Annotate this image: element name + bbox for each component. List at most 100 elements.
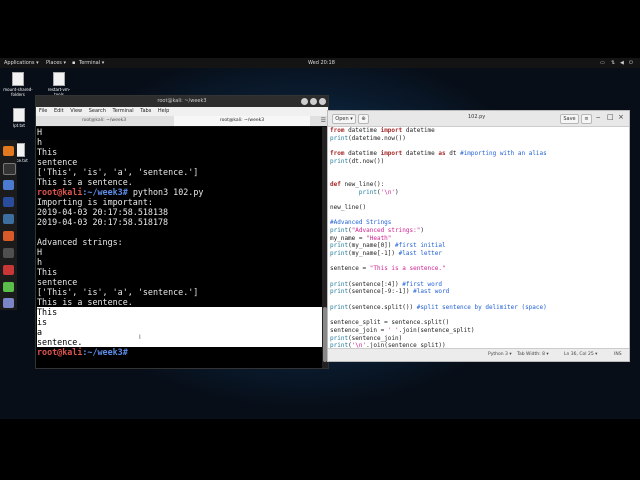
desktop-icon-lpt[interactable]: lpt.txt <box>4 108 34 128</box>
gedit-headerbar[interactable]: Open ▾ ⊕ 102.py Save ≡ ‒ □ × <box>328 111 629 127</box>
code-line: from datetime import datetime <box>330 127 435 134</box>
metasploit-icon[interactable] <box>3 197 14 207</box>
terminal-output[interactable]: Hh This sentence ['This', 'is', 'a', 'sente… <box>36 127 323 368</box>
code-line: sentence = "This is a sentence." <box>330 265 446 273</box>
tab-label: root@kali: ~/week3 <box>81 118 127 123</box>
network-icon[interactable]: ⇅ <box>611 58 615 68</box>
power-icon[interactable]: ⏻ <box>629 58 633 68</box>
desktop-icon-mount-shared-folders[interactable]: mount-shared-folders <box>3 72 33 97</box>
tab-width-selector[interactable]: Tab Width: 8 ▾ <box>517 349 549 361</box>
output-line: This is a sentence. <box>37 177 133 187</box>
prompt-path: :~/week3# <box>82 187 128 197</box>
menu-view[interactable]: View <box>70 108 82 114</box>
document-title: 102.py <box>468 114 486 120</box>
output-line: Advanced strings: <box>37 237 123 247</box>
open-button[interactable]: Open ▾ <box>332 114 356 124</box>
language-selector[interactable]: Python 3 ▾ <box>488 349 512 361</box>
code-line: print(sentence[:4]) #first word <box>330 280 442 288</box>
menu-file[interactable]: File <box>39 108 47 114</box>
terminal-titlebar[interactable]: root@kali: ~/week3 <box>36 96 328 107</box>
terminal-app-menu[interactable]: ▪ Terminal ▾ <box>72 58 104 68</box>
dock <box>0 140 17 310</box>
terminal-tab-2[interactable]: root@kali: ~/week3 <box>174 116 310 126</box>
code-line: sentence_join = ' '.join(sentence_split) <box>330 326 475 334</box>
output-line: h <box>37 257 43 267</box>
gedit-statusbar: Python 3 ▾ Tab Width: 8 ▾ Ln 36, Col 25 … <box>328 348 629 361</box>
menu-terminal[interactable]: Terminal <box>113 108 134 114</box>
prompt-path: :~/week3# <box>82 347 128 357</box>
close-icon[interactable] <box>319 98 326 105</box>
save-button[interactable]: Save <box>560 114 579 124</box>
output-line: sentence <box>37 157 78 167</box>
cursor-position[interactable]: Ln 36, Col 25 ▾ <box>564 349 597 361</box>
output-line: 2019-04-03 20:17:58.518178 <box>37 217 169 227</box>
terminal-small-icon: ▪ <box>72 60 76 66</box>
leafpad-icon[interactable] <box>3 282 14 292</box>
top-panel: Applications ▾ Places ▾ ▪ Terminal ▾ Wed… <box>0 58 640 68</box>
output-line: This <box>37 147 58 157</box>
prompt-command: python3 102.py <box>127 187 204 197</box>
terminal-window[interactable]: root@kali: ~/week3 File Edit View Search… <box>35 95 329 369</box>
maximize-icon[interactable] <box>310 98 317 105</box>
insert-mode: INS <box>614 352 622 357</box>
armitage-icon[interactable] <box>3 214 14 224</box>
selected-output-line: a <box>37 327 323 337</box>
output-line: H <box>37 127 43 137</box>
menu-edit[interactable]: Edit <box>54 108 64 114</box>
tab-menu-icon[interactable]: ☰ <box>321 116 326 126</box>
close-icon[interactable]: × <box>618 113 624 121</box>
code-line: my_name = "Heath" <box>330 234 392 242</box>
new-document-icon[interactable]: ⊕ <box>358 114 369 124</box>
code-line: print(sentence.split()) #split sentence … <box>330 303 547 311</box>
code-line: print(my_name[0]) #first initial <box>330 242 446 250</box>
beef-icon[interactable] <box>3 248 14 258</box>
screen-icon[interactable]: ▭ <box>600 58 605 68</box>
code-line: print(sentence_join) <box>330 334 403 342</box>
text-file-icon <box>13 108 25 122</box>
output-line: sentence <box>37 277 78 287</box>
prompt-line: root@kali:~/week3# python3 102.py <box>37 187 323 197</box>
desktop-icon-label: mount-shared-folders <box>3 87 33 97</box>
code-line: print(my_name[-1]) #last letter <box>330 250 442 257</box>
output-line: H <box>37 247 43 257</box>
output-line: 2019-04-03 20:17:58.518138 <box>37 207 169 217</box>
code-editor[interactable]: from datetime import datetime print(datet… <box>328 127 631 348</box>
clock[interactable]: Wed 20:18 <box>308 58 335 68</box>
code-line: print(dt.now()) <box>330 157 385 165</box>
menu-search[interactable]: Search <box>89 108 106 114</box>
video-letterbox-bottom <box>0 419 640 480</box>
output-line: ['This', 'is', 'a', 'sentence.'] <box>37 167 199 177</box>
output-line: h <box>37 137 43 147</box>
maximize-icon[interactable]: □ <box>607 113 614 121</box>
minimize-icon[interactable] <box>301 98 308 105</box>
terminal-tab-1[interactable]: root@kali: ~/week3 <box>36 116 172 126</box>
app-grid-icon[interactable] <box>3 298 14 308</box>
code-line: new_line() <box>330 203 367 211</box>
hamburger-menu-icon[interactable]: ≡ <box>581 114 592 124</box>
terminal-icon[interactable] <box>3 163 16 175</box>
video-letterbox-top <box>0 0 640 58</box>
menu-tabs[interactable]: Tabs <box>140 108 151 114</box>
desktop-icon-restart-vm-tools[interactable]: restart-vm-tools <box>44 72 74 97</box>
menu-help[interactable]: Help <box>158 108 169 114</box>
file-icon <box>12 72 24 86</box>
applications-menu[interactable]: Applications ▾ <box>4 58 39 68</box>
terminal-title: root@kali: ~/week3 <box>157 98 207 104</box>
code-line: print(datetime.now()) <box>330 134 406 142</box>
firefox-icon[interactable] <box>3 146 14 156</box>
terminal-tabbar: root@kali: ~/week3 root@kali: ~/week3 ☰ <box>36 116 328 126</box>
places-menu[interactable]: Places ▾ <box>46 58 66 68</box>
volume-icon[interactable]: ◀ <box>620 58 624 68</box>
files-icon[interactable] <box>3 180 14 190</box>
tab-label: root@kali: ~/week3 <box>219 118 265 123</box>
faraday-icon[interactable] <box>3 265 14 275</box>
minimize-icon[interactable]: ‒ <box>596 113 600 121</box>
burpsuite-icon[interactable] <box>3 231 14 241</box>
selected-output-line: This <box>37 307 323 317</box>
selected-output-line: sentence. <box>37 337 323 347</box>
gedit-window[interactable]: Open ▾ ⊕ 102.py Save ≡ ‒ □ × from dateti… <box>327 110 630 362</box>
text-cursor-icon: I <box>139 334 141 341</box>
